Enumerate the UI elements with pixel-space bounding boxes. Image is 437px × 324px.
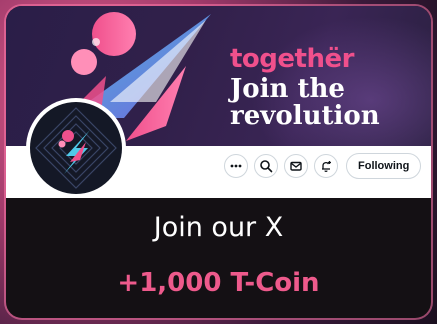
following-button[interactable]: Following	[346, 153, 422, 179]
banner-brand: togethër	[230, 44, 354, 74]
message-button[interactable]	[284, 154, 308, 178]
bell-add-icon	[322, 161, 331, 172]
profile-actions: Following	[224, 153, 422, 179]
mail-icon	[290, 161, 302, 171]
notifications-button[interactable]	[314, 154, 338, 178]
avatar-image	[30, 102, 122, 194]
task-card[interactable]: togethër Join the revolution Following J…	[6, 6, 431, 318]
search-icon	[260, 160, 273, 173]
more-dots-icon	[230, 164, 242, 168]
more-button[interactable]	[224, 154, 248, 178]
banner-headline: Join the revolution	[230, 74, 380, 131]
search-button[interactable]	[254, 154, 278, 178]
avatar[interactable]	[26, 98, 126, 198]
task-title: Join our X	[153, 212, 284, 243]
task-reward: +1,000 T-Coin	[117, 268, 320, 298]
avatar-logo-icon	[35, 107, 117, 189]
